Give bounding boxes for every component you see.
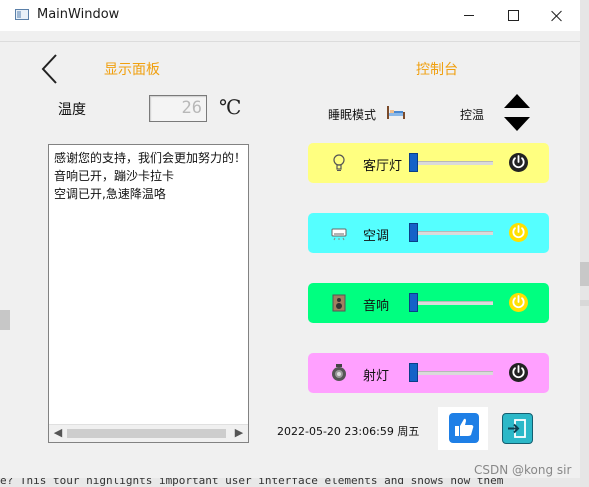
brightness-slider-track[interactable] — [411, 161, 493, 165]
background-text-strip: e? This tour highlights important user i… — [0, 478, 580, 487]
device-card-spotlight: 射灯 — [308, 353, 549, 393]
thumbs-up-icon — [455, 418, 474, 436]
scroll-left-icon[interactable]: ◀ — [51, 426, 65, 440]
power-icon — [512, 155, 525, 169]
log-line: 感谢您的支持，我们会更加努力的！ — [54, 151, 247, 165]
scroll-right-icon[interactable]: ▶ — [232, 426, 246, 440]
display-panel-title: 显示面板 — [104, 62, 160, 78]
temperature-control-label: 控温 — [460, 108, 485, 122]
level-slider-track[interactable] — [411, 231, 493, 235]
maximize-icon — [507, 10, 519, 21]
log-line: 音响已开，蹦沙卡拉卡 — [54, 169, 175, 183]
temperature-down-button[interactable] — [504, 117, 530, 131]
slider-handle[interactable] — [409, 223, 418, 242]
device-card-speaker: 音响 — [308, 283, 549, 323]
bulb-icon — [330, 153, 348, 173]
power-icon — [512, 225, 525, 239]
brightness-slider-track[interactable] — [411, 371, 493, 375]
bed-icon[interactable] — [386, 104, 406, 120]
exit-door-icon — [508, 419, 526, 438]
console-title: 控制台 — [416, 62, 458, 78]
chevron-left-icon — [41, 54, 57, 84]
slider-handle[interactable] — [409, 153, 418, 172]
temperature-up-button[interactable] — [504, 94, 530, 108]
like-button[interactable] — [438, 407, 488, 450]
temperature-label: 温度 — [58, 102, 86, 118]
exit-button[interactable] — [502, 413, 533, 444]
power-button[interactable] — [509, 293, 528, 312]
datetime-display: 2022-05-20 23:06:59 周五 — [277, 425, 420, 438]
device-name: 客厅灯 — [363, 159, 403, 174]
window-title: MainWindow — [37, 7, 120, 22]
background-window-fragment — [0, 310, 10, 330]
maximize-button[interactable] — [490, 0, 536, 31]
speaker-icon — [330, 293, 348, 313]
slider-handle[interactable] — [409, 363, 418, 382]
power-button[interactable] — [509, 223, 528, 242]
power-button[interactable] — [509, 153, 528, 172]
device-name: 射灯 — [363, 369, 390, 384]
power-button[interactable] — [509, 363, 528, 382]
air-conditioner-icon — [330, 223, 348, 243]
device-card-air-conditioner: 空调 — [308, 213, 549, 253]
message-log[interactable]: 感谢您的支持，我们会更加努力的！ 音响已开，蹦沙卡拉卡 空调已开,急速降温咯 ◀… — [48, 144, 249, 443]
power-icon — [512, 365, 525, 379]
minimize-icon — [464, 15, 474, 16]
minimize-button[interactable] — [446, 0, 492, 31]
slider-handle[interactable] — [409, 293, 418, 312]
window-app-icon — [15, 9, 29, 20]
log-line: 空调已开,急速降温咯 — [54, 187, 166, 201]
sleep-mode-label: 睡眠模式 — [328, 108, 377, 122]
temperature-unit: ℃ — [219, 95, 242, 119]
device-card-living-room-light: 客厅灯 — [308, 143, 549, 183]
device-name: 空调 — [363, 229, 390, 244]
menu-bar — [0, 31, 580, 42]
spotlight-icon — [330, 363, 348, 383]
scrollbar-thumb[interactable] — [67, 429, 226, 438]
close-button[interactable] — [534, 0, 580, 31]
background-window-edge — [580, 0, 589, 487]
volume-slider-track[interactable] — [411, 301, 493, 305]
device-name: 音响 — [363, 299, 390, 314]
horizontal-scrollbar[interactable]: ◀ ▶ — [49, 424, 248, 442]
close-icon — [551, 10, 563, 22]
background-text: e? This tour highlights important user i… — [0, 478, 504, 487]
temperature-display: 26 — [149, 95, 207, 122]
watermark: CSDN @kong sir — [474, 463, 572, 477]
back-button[interactable] — [40, 54, 60, 84]
power-icon — [512, 295, 525, 309]
